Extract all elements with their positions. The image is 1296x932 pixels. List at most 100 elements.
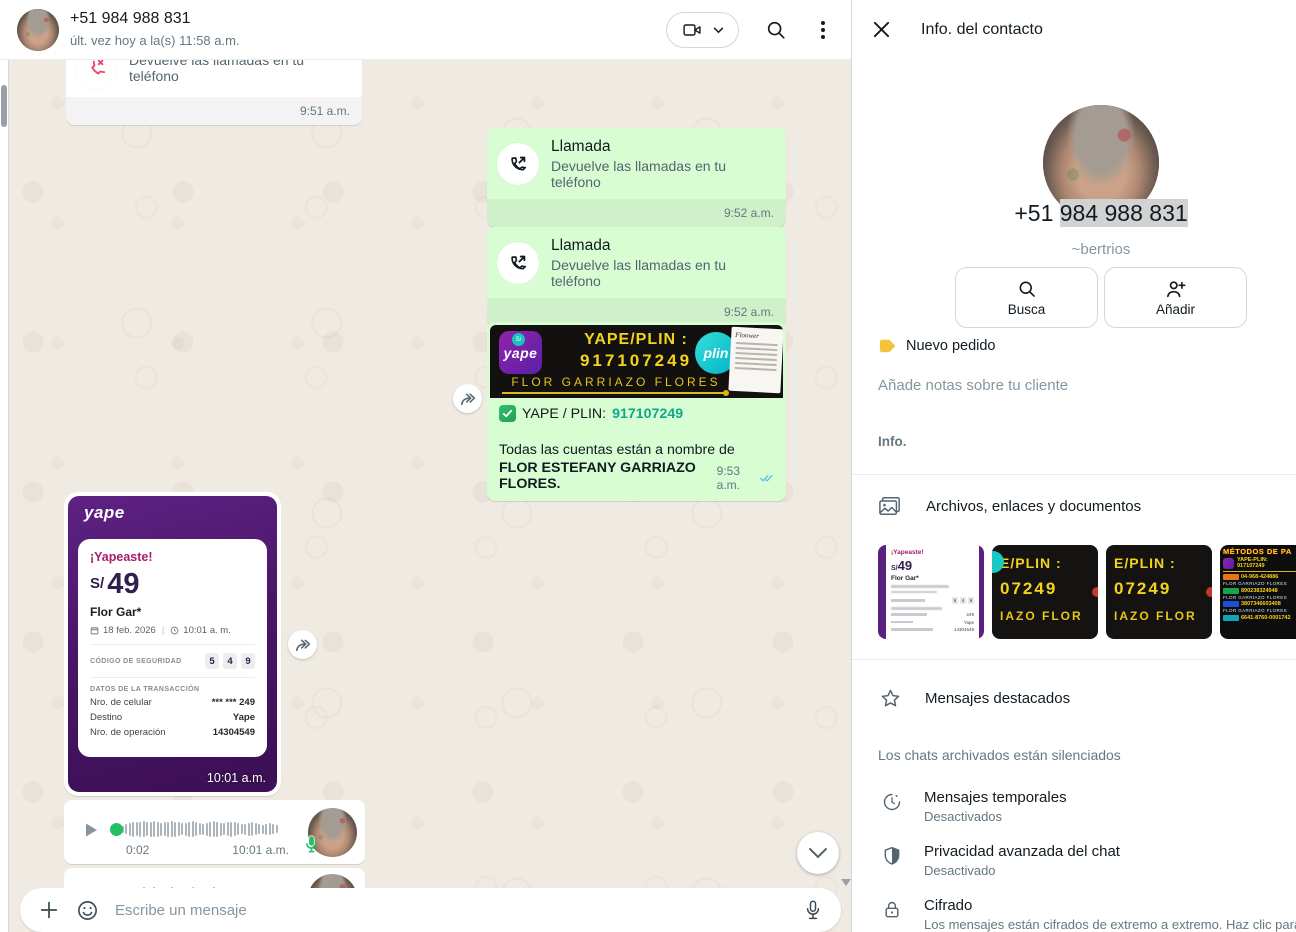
call-title: Llamada bbox=[551, 138, 772, 156]
attach-plus-button[interactable] bbox=[38, 899, 60, 921]
message-composer bbox=[20, 888, 841, 932]
advanced-chat-privacy-row[interactable]: Privacidad avanzada del chat Desactivado bbox=[882, 843, 1282, 878]
message-time: 9:53 a.m. bbox=[717, 464, 757, 492]
scrollbar-arrow-icon[interactable] bbox=[841, 879, 851, 886]
emoji-smiley-icon bbox=[76, 899, 99, 922]
label-tag-icon bbox=[878, 338, 896, 354]
order-label-row[interactable]: Nuevo pedido bbox=[878, 338, 996, 354]
video-camera-icon bbox=[681, 20, 703, 40]
call-subtitle: Devuelve las llamadas en tu teléfono bbox=[551, 257, 772, 289]
client-notes-placeholder[interactable]: Añade notas sobre tu cliente bbox=[878, 377, 1068, 394]
caption-number[interactable]: 917107249 bbox=[612, 406, 683, 422]
scrollbar-thumb[interactable] bbox=[1, 85, 7, 127]
contact-last-seen: últ. vez hoy a la(s) 11:58 a.m. bbox=[70, 33, 240, 48]
voice-waveform[interactable] bbox=[112, 821, 278, 837]
person-add-icon bbox=[1165, 279, 1187, 299]
play-icon[interactable] bbox=[78, 818, 102, 847]
contact-name[interactable]: +51 984 988 831 bbox=[70, 10, 191, 28]
media-thumb-payment-methods[interactable]: MÉTODOS DE PA YAPE-PLIN:917107249 04-968… bbox=[1220, 545, 1296, 639]
yape-logo bbox=[1223, 558, 1234, 569]
message-time: 9:52 a.m. bbox=[724, 206, 774, 220]
transaction-data-label: DATOS DE LA TRANSACCIÓN bbox=[90, 686, 255, 693]
timer-icon bbox=[882, 792, 902, 812]
message-yape-info[interactable]: S/ yape YAPE/PLIN : 917107249 plin Floow… bbox=[487, 322, 786, 501]
left-scrollbar[interactable] bbox=[0, 60, 9, 932]
info-section-header: Info. bbox=[878, 434, 907, 449]
yape-plin-banner-image[interactable]: S/ yape YAPE/PLIN : 917107249 plin Floow… bbox=[490, 325, 783, 398]
voice-seek-handle[interactable] bbox=[110, 823, 123, 836]
chat-pane: Devuelve las llamadas en tu teléfono 9:5… bbox=[0, 0, 851, 932]
yape-logo: S/ yape bbox=[499, 331, 542, 374]
mic-icon bbox=[302, 834, 321, 860]
divider bbox=[852, 659, 1296, 660]
shield-icon bbox=[882, 846, 902, 866]
outgoing-call-icon bbox=[497, 242, 539, 284]
close-panel-button[interactable] bbox=[872, 20, 891, 39]
archived-chats-note: Los chats archivados están silenciados bbox=[878, 747, 1121, 763]
caption-prefix: YAPE / PLIN: bbox=[522, 406, 606, 422]
mic-icon bbox=[803, 899, 823, 921]
message-call-1[interactable]: Llamada Devuelve las llamadas en tu telé… bbox=[487, 128, 786, 227]
media-thumb-banner-2[interactable]: E/PLIN : 07249 IAZO FLOR bbox=[1106, 545, 1212, 639]
call-title: Llamada bbox=[551, 237, 772, 255]
receipt-amount: 49 bbox=[107, 570, 139, 598]
caption-line3: FLOR ESTEFANY GARRIAZO FLORES. bbox=[499, 460, 711, 492]
media-links-docs-row[interactable]: Archivos, enlaces y documentos bbox=[878, 495, 1141, 517]
message-time: 9:52 a.m. bbox=[724, 305, 774, 319]
contact-phone-number[interactable]: +51 984 988 831 bbox=[852, 200, 1296, 227]
receipt-payee: Flor Gar* bbox=[90, 605, 255, 619]
calendar-icon bbox=[90, 626, 99, 635]
message-time: 10:01 a.m. bbox=[207, 771, 266, 785]
starred-messages-row[interactable]: Mensajes destacados bbox=[880, 688, 1070, 709]
media-gallery-icon bbox=[878, 495, 902, 517]
search-in-chat-button[interactable] bbox=[765, 19, 787, 41]
message-call-2[interactable]: Llamada Devuelve las llamadas en tu telé… bbox=[487, 227, 786, 326]
scroll-to-bottom-button[interactable] bbox=[797, 832, 839, 874]
voice-duration: 0:02 bbox=[126, 843, 149, 857]
message-receipt-image[interactable]: yape ¡Yapeaste! S/ 49 Flor Gar* 18 feb. … bbox=[64, 492, 281, 796]
order-label-text: Nuevo pedido bbox=[906, 338, 996, 354]
message-input[interactable] bbox=[115, 902, 803, 919]
kebab-menu-icon bbox=[813, 19, 833, 41]
media-thumb-banner-1[interactable]: E/PLIN : 07249 IAZO FLOR bbox=[992, 545, 1098, 639]
chevron-down-icon bbox=[808, 847, 828, 859]
receipt-currency: S/ bbox=[90, 575, 104, 592]
add-contact-button[interactable]: Añadir bbox=[1104, 267, 1247, 328]
starred-label: Mensajes destacados bbox=[925, 690, 1070, 707]
voice-sender-avatar[interactable] bbox=[308, 808, 357, 857]
contact-avatar[interactable] bbox=[17, 9, 59, 51]
contact-info-panel: Info. del contacto +51 984 988 831 ~bert… bbox=[851, 0, 1296, 932]
receipt-time-detail: 10:01 a. m. bbox=[183, 625, 231, 636]
read-ticks-icon bbox=[760, 472, 774, 484]
video-call-button[interactable] bbox=[666, 12, 739, 48]
flyer-thumbnail: Floower bbox=[728, 327, 783, 394]
chevron-down-icon bbox=[713, 27, 724, 34]
disappearing-messages-row[interactable]: Mensajes temporales Desactivados bbox=[882, 789, 1282, 824]
banner-holder-name: FLOR GARRIAZO FLORES bbox=[500, 375, 732, 389]
divider bbox=[852, 474, 1296, 475]
receipt-title: ¡Yapeaste! bbox=[90, 550, 255, 564]
outgoing-call-icon bbox=[497, 143, 539, 185]
caption-line2: Todas las cuentas están a nombre de bbox=[499, 442, 774, 458]
media-header-label: Archivos, enlaces y documentos bbox=[926, 498, 1141, 515]
message-time: 9:51 a.m. bbox=[300, 104, 350, 118]
search-contact-button[interactable]: Busca bbox=[955, 267, 1098, 328]
security-code-label: CÓDIGO DE SEGURIDAD bbox=[90, 658, 182, 665]
yape-brand: yape bbox=[84, 503, 125, 523]
message-time: 10:01 a.m. bbox=[232, 843, 289, 857]
forward-button[interactable] bbox=[288, 630, 317, 659]
encryption-row[interactable]: Cifrado Los mensajes están cifrados de e… bbox=[882, 897, 1282, 932]
clock-icon bbox=[170, 626, 179, 635]
receipt-date: 18 feb. 2026 bbox=[103, 625, 156, 636]
contact-alias: ~bertrios bbox=[852, 241, 1296, 258]
voice-record-button[interactable] bbox=[803, 899, 823, 921]
chat-menu-button[interactable] bbox=[813, 19, 833, 41]
media-thumb-receipt[interactable]: ¡Yapeaste! S/49 Flor Gar* 549 249 Yape 1… bbox=[878, 545, 984, 639]
call-subtitle: Devuelve las llamadas en tu teléfono bbox=[551, 158, 772, 190]
message-voice-1[interactable]: 0:02 10:01 a.m. bbox=[64, 800, 365, 864]
forward-button[interactable] bbox=[453, 384, 482, 413]
panel-title: Info. del contacto bbox=[921, 21, 1043, 39]
emoji-button[interactable] bbox=[76, 899, 99, 922]
media-thumbnails: ¡Yapeaste! S/49 Flor Gar* 549 249 Yape 1… bbox=[878, 545, 1296, 639]
check-emoji-icon bbox=[499, 405, 516, 422]
